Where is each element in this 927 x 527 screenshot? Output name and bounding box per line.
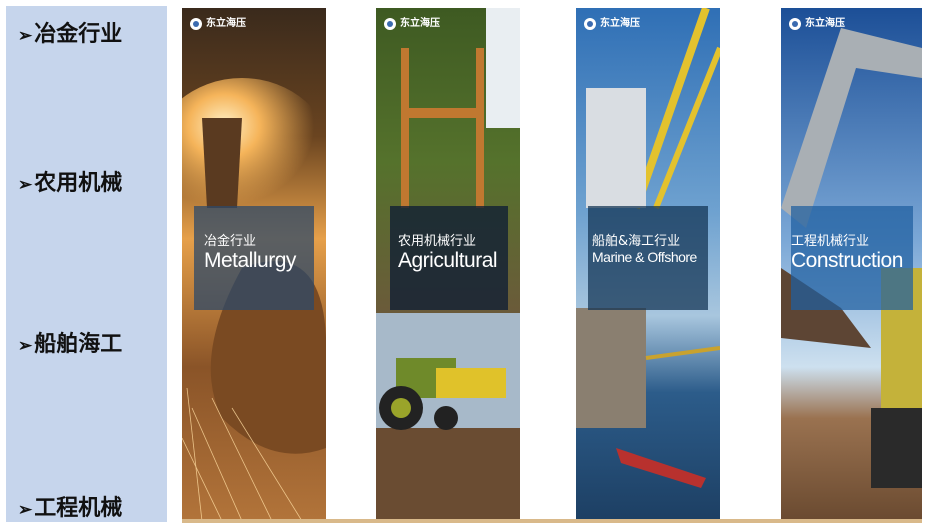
logo-icon bbox=[190, 18, 202, 30]
brand-logo: 东立海压 bbox=[789, 18, 845, 30]
sidebar-item-label: 船舶海工 bbox=[34, 331, 123, 357]
sidebar-item-agricultural[interactable]: ➢农用机械 bbox=[18, 165, 122, 197]
logo-icon bbox=[384, 18, 396, 30]
panel-label-en: Metallurgy bbox=[204, 249, 296, 272]
panel-label: 冶金行业 Metallurgy bbox=[204, 230, 296, 273]
panel-label: 工程机械行业 Construction bbox=[791, 230, 903, 273]
panel-label-cn: 农用机械行业 bbox=[398, 234, 477, 249]
logo-text: 东立海压 bbox=[805, 18, 845, 29]
panel-marine[interactable]: 东立海压 船舶&海工行业 Marine & Offshore bbox=[576, 8, 720, 521]
panel-label: 农用机械行业 Agricultural bbox=[398, 230, 498, 273]
sidebar-item-label: 冶金行业 bbox=[34, 21, 123, 47]
panel-label-en: Marine & Offshore bbox=[592, 249, 697, 265]
industry-sidebar: ➢冶金行业 ➢农用机械 ➢船舶海工 ➢工程机械 bbox=[6, 6, 167, 522]
logo-icon bbox=[789, 18, 801, 30]
panel-label-cn: 工程机械行业 bbox=[791, 234, 870, 249]
logo-text: 东立海压 bbox=[400, 18, 440, 29]
panel-label-en: Construction bbox=[791, 249, 903, 272]
logo-text: 东立海压 bbox=[206, 18, 246, 29]
sidebar-item-label: 工程机械 bbox=[34, 495, 123, 521]
panel-label: 船舶&海工行业 Marine & Offshore bbox=[592, 230, 697, 265]
logo-text: 东立海压 bbox=[600, 18, 640, 29]
bottom-divider bbox=[182, 519, 922, 523]
arrow-bullet-icon: ➢ bbox=[18, 336, 33, 356]
sidebar-item-marine[interactable]: ➢船舶海工 bbox=[18, 326, 122, 358]
panel-agricultural[interactable]: 东立海压 农用机械行业 Agricultural bbox=[376, 8, 520, 521]
panel-label-en: Agricultural bbox=[398, 249, 498, 272]
sidebar-item-label: 农用机械 bbox=[34, 170, 123, 196]
arrow-bullet-icon: ➢ bbox=[18, 175, 33, 195]
sidebar-item-construction[interactable]: ➢工程机械 bbox=[18, 490, 122, 522]
brand-logo: 东立海压 bbox=[190, 18, 246, 30]
sidebar-item-metallurgy[interactable]: ➢冶金行业 bbox=[18, 16, 122, 48]
brand-logo: 东立海压 bbox=[384, 18, 440, 30]
panel-label-cn: 船舶&海工行业 bbox=[592, 234, 681, 249]
panel-metallurgy[interactable]: 东立海压 冶金行业 Metallurgy bbox=[182, 8, 326, 521]
arrow-bullet-icon: ➢ bbox=[18, 26, 33, 46]
brand-logo: 东立海压 bbox=[584, 18, 640, 30]
arrow-bullet-icon: ➢ bbox=[18, 500, 33, 520]
logo-icon bbox=[584, 18, 596, 30]
panel-construction[interactable]: 东立海压 工程机械行业 Construction bbox=[781, 8, 922, 521]
panel-label-cn: 冶金行业 bbox=[204, 234, 257, 249]
